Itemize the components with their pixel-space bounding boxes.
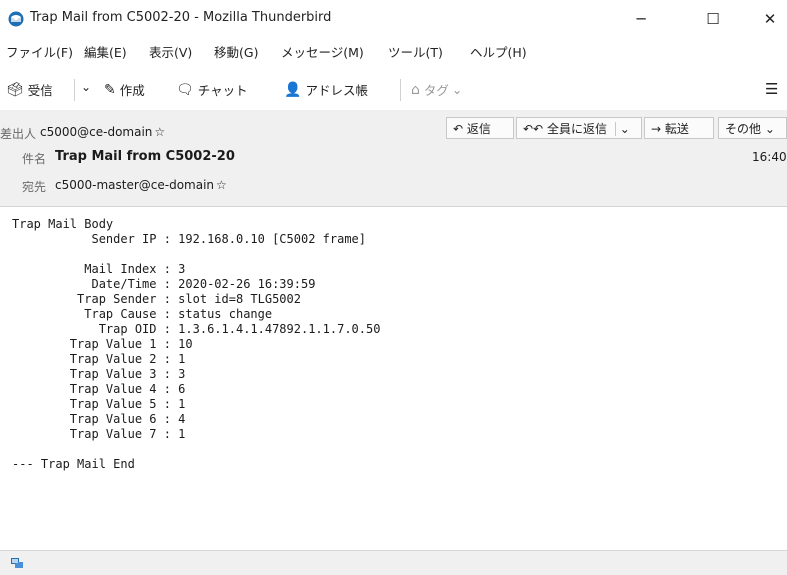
window-title: Trap Mail from C5002-20 - Mozilla Thunde… (30, 10, 332, 25)
more-label: その他 (725, 122, 762, 136)
address-book-label: アドレス帳 (305, 83, 368, 98)
chevron-down-icon: ⌄ (451, 82, 463, 97)
reply-label: 返信 (466, 122, 491, 136)
star-icon[interactable]: ☆ (154, 125, 165, 139)
star-icon[interactable]: ☆ (216, 178, 227, 192)
get-mail-dropdown[interactable]: ⌄ (81, 80, 91, 94)
close-button[interactable]: ✕ (747, 6, 787, 32)
reply-all-icon: ↶↶ (523, 122, 544, 136)
chevron-down-icon[interactable]: ⌄ (614, 122, 630, 136)
menu-tools[interactable]: ツール(T) (388, 42, 443, 61)
chat-button[interactable]: 🗨 チャット (176, 80, 248, 99)
address-book-button[interactable]: 👤 アドレス帳 (284, 80, 368, 99)
menu-view[interactable]: 表示(V) (149, 42, 192, 61)
chat-label: チャット (197, 83, 248, 98)
status-bar (0, 550, 787, 575)
toolbar-divider (400, 79, 401, 101)
minimize-button[interactable]: ─ (618, 6, 664, 32)
message-body-text: Trap Mail Body Sender IP : 192.168.0.10 … (12, 217, 381, 471)
menu-bar: ファイル(F) 編集(E) 表示(V) 移動(G) メッセージ(M) ツール(T… (0, 37, 787, 63)
reply-button[interactable]: ↶ 返信 (446, 117, 514, 139)
tag-button[interactable]: ⌂ タグ ⌄ (411, 80, 462, 99)
title-bar: Trap Mail from C5002-20 - Mozilla Thunde… (0, 0, 787, 36)
hamburger-menu-icon: ☰ (765, 80, 779, 98)
write-button[interactable]: ✎ 作成 (104, 80, 145, 99)
menu-help[interactable]: ヘルプ(H) (470, 42, 527, 61)
subject-label: 件名 (22, 152, 47, 166)
menu-go[interactable]: 移動(G) (214, 42, 258, 61)
menu-message[interactable]: メッセージ(M) (281, 42, 364, 61)
to-address[interactable]: c5000-master@ce-domain ☆ (55, 178, 227, 192)
online-status-icon[interactable] (10, 556, 24, 570)
reply-all-label: 全員に返信 (546, 122, 607, 136)
inbox-download-icon: 🗳 (6, 81, 24, 98)
subject-text: Trap Mail from C5002-20 (55, 149, 235, 164)
main-toolbar: 🗳 受信 ⌄ ✎ 作成 🗨 チャット 👤 アドレス帳 ⌂ タグ ⌄ ☰ (0, 73, 787, 105)
get-mail-button[interactable]: 🗳 受信 (6, 80, 53, 99)
tag-label: タグ (423, 83, 449, 98)
menu-edit[interactable]: 編集(E) (84, 42, 127, 61)
from-address[interactable]: c5000@ce-domain ☆ (40, 125, 165, 139)
from-address-text: c5000@ce-domain (40, 125, 153, 139)
forward-label: 転送 (664, 122, 689, 136)
toolbar-divider (74, 79, 75, 101)
more-button[interactable]: その他 ⌄ (718, 117, 787, 139)
chevron-down-icon: ⌄ (764, 122, 775, 136)
write-label: 作成 (119, 83, 145, 98)
thunderbird-logo-icon (8, 11, 24, 27)
pencil-icon: ✎ (104, 81, 116, 98)
app-menu-button[interactable]: ☰ (765, 80, 778, 98)
menu-file[interactable]: ファイル(F) (6, 42, 73, 61)
to-label: 宛先 (22, 180, 47, 194)
forward-arrow-icon: → (651, 122, 662, 136)
forward-button[interactable]: → 転送 (644, 117, 714, 139)
reply-all-button[interactable]: ↶↶ 全員に返信 ⌄ (516, 117, 642, 139)
address-book-icon: 👤 (284, 81, 302, 98)
message-time: 16:40 (752, 150, 787, 164)
reply-icon: ↶ (453, 122, 464, 136)
to-address-text: c5000-master@ce-domain (55, 178, 215, 192)
message-body-pane[interactable]: Trap Mail Body Sender IP : 192.168.0.10 … (0, 207, 787, 550)
maximize-button[interactable]: ☐ (690, 6, 736, 32)
tag-icon: ⌂ (411, 81, 420, 98)
from-label: 差出人 (0, 127, 37, 141)
chevron-down-icon: ⌄ (81, 80, 92, 94)
chat-icon: 🗨 (176, 81, 194, 98)
get-mail-label: 受信 (27, 83, 53, 98)
